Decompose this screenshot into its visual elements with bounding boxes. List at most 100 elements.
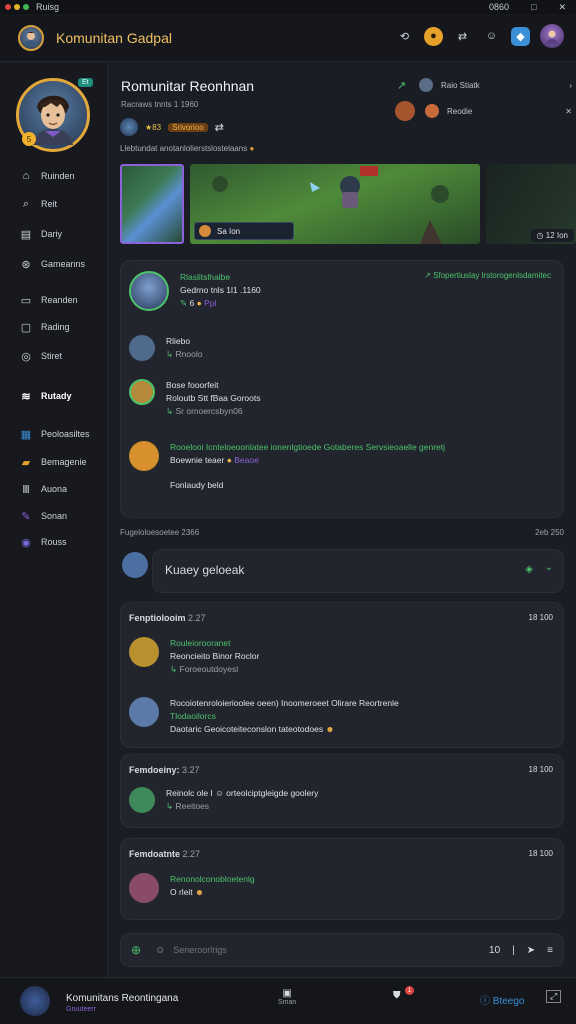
group-time-right: 18 100 xyxy=(528,849,553,858)
minimize-dot[interactable] xyxy=(14,4,20,10)
restore-button[interactable]: □ xyxy=(531,2,536,12)
message-group: Fenptiolooim 2.27 18 100 Rouleiorooranet… xyxy=(120,602,564,748)
window-dots[interactable] xyxy=(5,4,29,10)
footer-link[interactable]: ⓘ Bteego xyxy=(480,992,524,1007)
sidebar-item-chat[interactable]: ▢ Rading xyxy=(0,317,108,337)
sidebar-item-label: Stiret xyxy=(41,351,63,361)
thread-main-post[interactable]: Rlaslitslhalbe Gedrno tnls 1l1 .1160 ✎ 6… xyxy=(129,271,261,311)
emoji-icon[interactable]: ☺ xyxy=(155,945,165,956)
reply-tag: Beaoe xyxy=(234,455,259,465)
sidebar-item-discord[interactable]: ◉ Rouss xyxy=(0,532,108,552)
chat-message[interactable]: Rouleiorooranet Reoncieito Binor Roclor … xyxy=(129,637,259,676)
reply-time: Sr ornoercsbyn06 xyxy=(175,406,243,416)
poster-avatar xyxy=(129,271,169,311)
bell-icon: ⛊ xyxy=(393,990,401,1001)
gallery-main-image[interactable]: Sa Ion xyxy=(190,164,480,244)
share-icon[interactable]: ⇄ xyxy=(215,121,224,134)
thread-card: Rlaslitslhalbe Gedrno tnls 1l1 .1160 ✎ 6… xyxy=(120,260,564,518)
app-name: Ruisg xyxy=(36,2,60,12)
thread-reply[interactable]: Rooelooi Icnteloeoonlatee ionenlgtioede … xyxy=(129,441,445,492)
chat-message[interactable]: Rocoiotenroloierioolee oeen) Inoomeroeet… xyxy=(129,697,399,736)
sidebar: Et 5 ⌂ Ruinden ⌕ Reit ▤ Dariy ⊛ Gameanns ▭ Reande… xyxy=(0,62,108,977)
sidebar-item-label: Rouss xyxy=(41,537,67,547)
message-group: Femdoatnte 2.27 18 100 Renonolconobloete… xyxy=(120,838,564,920)
reply-avatar xyxy=(129,441,159,471)
maximize-dot[interactable] xyxy=(23,4,29,10)
refresh-icon[interactable]: ⟲ xyxy=(395,27,414,46)
coin-icon[interactable]: ● xyxy=(424,26,443,46)
friend-row[interactable]: ↗ Raio Stiatk › xyxy=(397,72,572,98)
minimize-button[interactable]: 0860 xyxy=(489,2,509,12)
coin-icon: ● xyxy=(196,298,202,308)
sync-icon[interactable]: ⇄ xyxy=(453,27,472,46)
reply-name: Rooelooi Icnteloeoonlatee ionenlgtioede … xyxy=(170,442,446,452)
collapse-label: Kuaey geloeak xyxy=(165,563,245,577)
message-text: Daotaric Geoicoteiteconslon tateotodoes xyxy=(170,724,324,734)
chat-icon: ▢ xyxy=(20,321,32,334)
coin-icon: ● xyxy=(249,144,255,153)
sidebar-item-book[interactable]: ▭ Reanden xyxy=(0,290,108,310)
sidebar-item-calendar[interactable]: ▤ Dariy xyxy=(0,224,108,244)
chat-message[interactable]: Renonolconobloetenlg O rleit ☻ xyxy=(129,873,255,903)
user-icon xyxy=(546,30,558,44)
group-time: 2.27 xyxy=(182,849,201,859)
reply-name: Rliebo xyxy=(166,336,191,346)
close-dot[interactable] xyxy=(5,4,11,10)
group-time: 3.27 xyxy=(182,765,200,775)
sidebar-item-home[interactable]: ⌂ Ruinden xyxy=(0,166,108,186)
sidebar-item-grid[interactable]: ▦ Peoloasiltes xyxy=(0,424,108,444)
sidebar-item-brush[interactable]: ✎ Sonan xyxy=(0,506,108,526)
send-icon[interactable]: ➤ xyxy=(527,945,535,956)
sidebar-item-label: Ruinden xyxy=(41,171,75,181)
sidebar-item-label: Peoloasiltes xyxy=(41,429,90,439)
sidebar-item-folder[interactable]: ▰ Bemagenie xyxy=(0,452,108,472)
friend-row[interactable]: Reodie ✕ xyxy=(395,98,572,124)
home-icon: ⌂ xyxy=(22,170,30,182)
message-text: Reoncieito Binor Roclor xyxy=(170,651,260,661)
chat-message[interactable]: Reinolc ole I ☺ orteolciptgleigde gooler… xyxy=(129,787,318,813)
post-meta: ↗ Sfopertiuslay lrstorogenlsdamitec xyxy=(424,271,551,280)
gallery-thumb[interactable]: ◷ 12 Ion xyxy=(486,164,576,244)
header-avatar[interactable] xyxy=(18,24,44,51)
sidebar-item-gamepad[interactable]: ⊛ Gameanns xyxy=(0,254,108,274)
calendar-icon: ▤ xyxy=(20,228,32,241)
more-icon[interactable]: ≡ xyxy=(547,945,553,956)
add-icon[interactable]: ⊕ xyxy=(131,943,141,957)
search-icon: ⌕ xyxy=(22,197,30,210)
main-content: Romunitar Reonhnan Racraws tnnts 1 1960 … xyxy=(108,62,576,977)
collapse-bar[interactable]: Kuaey geloeak ◈ ⌄ xyxy=(152,549,564,593)
poster-name: Rlaslitslhalbe xyxy=(180,272,231,282)
thread-reply[interactable]: Rliebo ↳ Rnoolo xyxy=(129,335,202,361)
group-time: 2.27 xyxy=(188,613,206,623)
close-icon[interactable]: ✕ xyxy=(565,107,572,116)
smile-icon[interactable]: ☺ xyxy=(482,27,501,46)
expand-icon[interactable]: ⤢ xyxy=(546,990,562,1003)
message-input[interactable] xyxy=(173,945,490,955)
title-bar: Ruisg 0860 □ ✕ xyxy=(0,0,576,14)
profile-name: Romunitar Reonhnan xyxy=(121,78,255,94)
chevron-right-icon[interactable]: › xyxy=(569,81,572,90)
small-avatar[interactable] xyxy=(120,118,138,136)
media-gallery: Sa Ion ◷ 12 Ion xyxy=(120,164,576,244)
sidebar-item-search[interactable]: ⌕ Reit xyxy=(0,194,108,214)
user-avatar[interactable] xyxy=(540,24,564,48)
sidebar-item-bars[interactable]: Ⅲ Auona xyxy=(0,479,108,499)
thread-reply[interactable]: Bose fooorfeit Roloutb Stt fBaa Goroots … xyxy=(129,379,261,418)
pin-icon[interactable]: ◈ xyxy=(525,564,533,575)
sidebar-item-layers[interactable]: ≋ Rutady xyxy=(0,386,108,406)
sidebar-item-target[interactable]: ◎ Stiret xyxy=(0,346,108,366)
emoji-icon: ☻ xyxy=(195,887,204,897)
group-title-text: Femdoeiny: xyxy=(129,765,180,775)
section-divider-right: 2eb 250 xyxy=(535,528,564,537)
message-composer: ⊕ ☺ 10 | ➤ ≡ xyxy=(120,933,564,967)
tab-alerts[interactable]: ⛊ 1 xyxy=(393,986,414,1001)
footer-avatar[interactable] xyxy=(20,986,50,1016)
gallery-thumb[interactable] xyxy=(120,164,184,244)
message-avatar xyxy=(129,787,155,813)
section-divider-left: Fugeloloesoetee 2366 xyxy=(120,528,200,537)
chevron-down-icon[interactable]: ⌄ xyxy=(545,562,553,573)
reply-avatar xyxy=(129,379,155,405)
close-button[interactable]: ✕ xyxy=(558,2,566,13)
diamond-icon[interactable]: ◆ xyxy=(511,26,530,46)
tab-sman[interactable]: ▣ Sman xyxy=(278,988,296,1006)
